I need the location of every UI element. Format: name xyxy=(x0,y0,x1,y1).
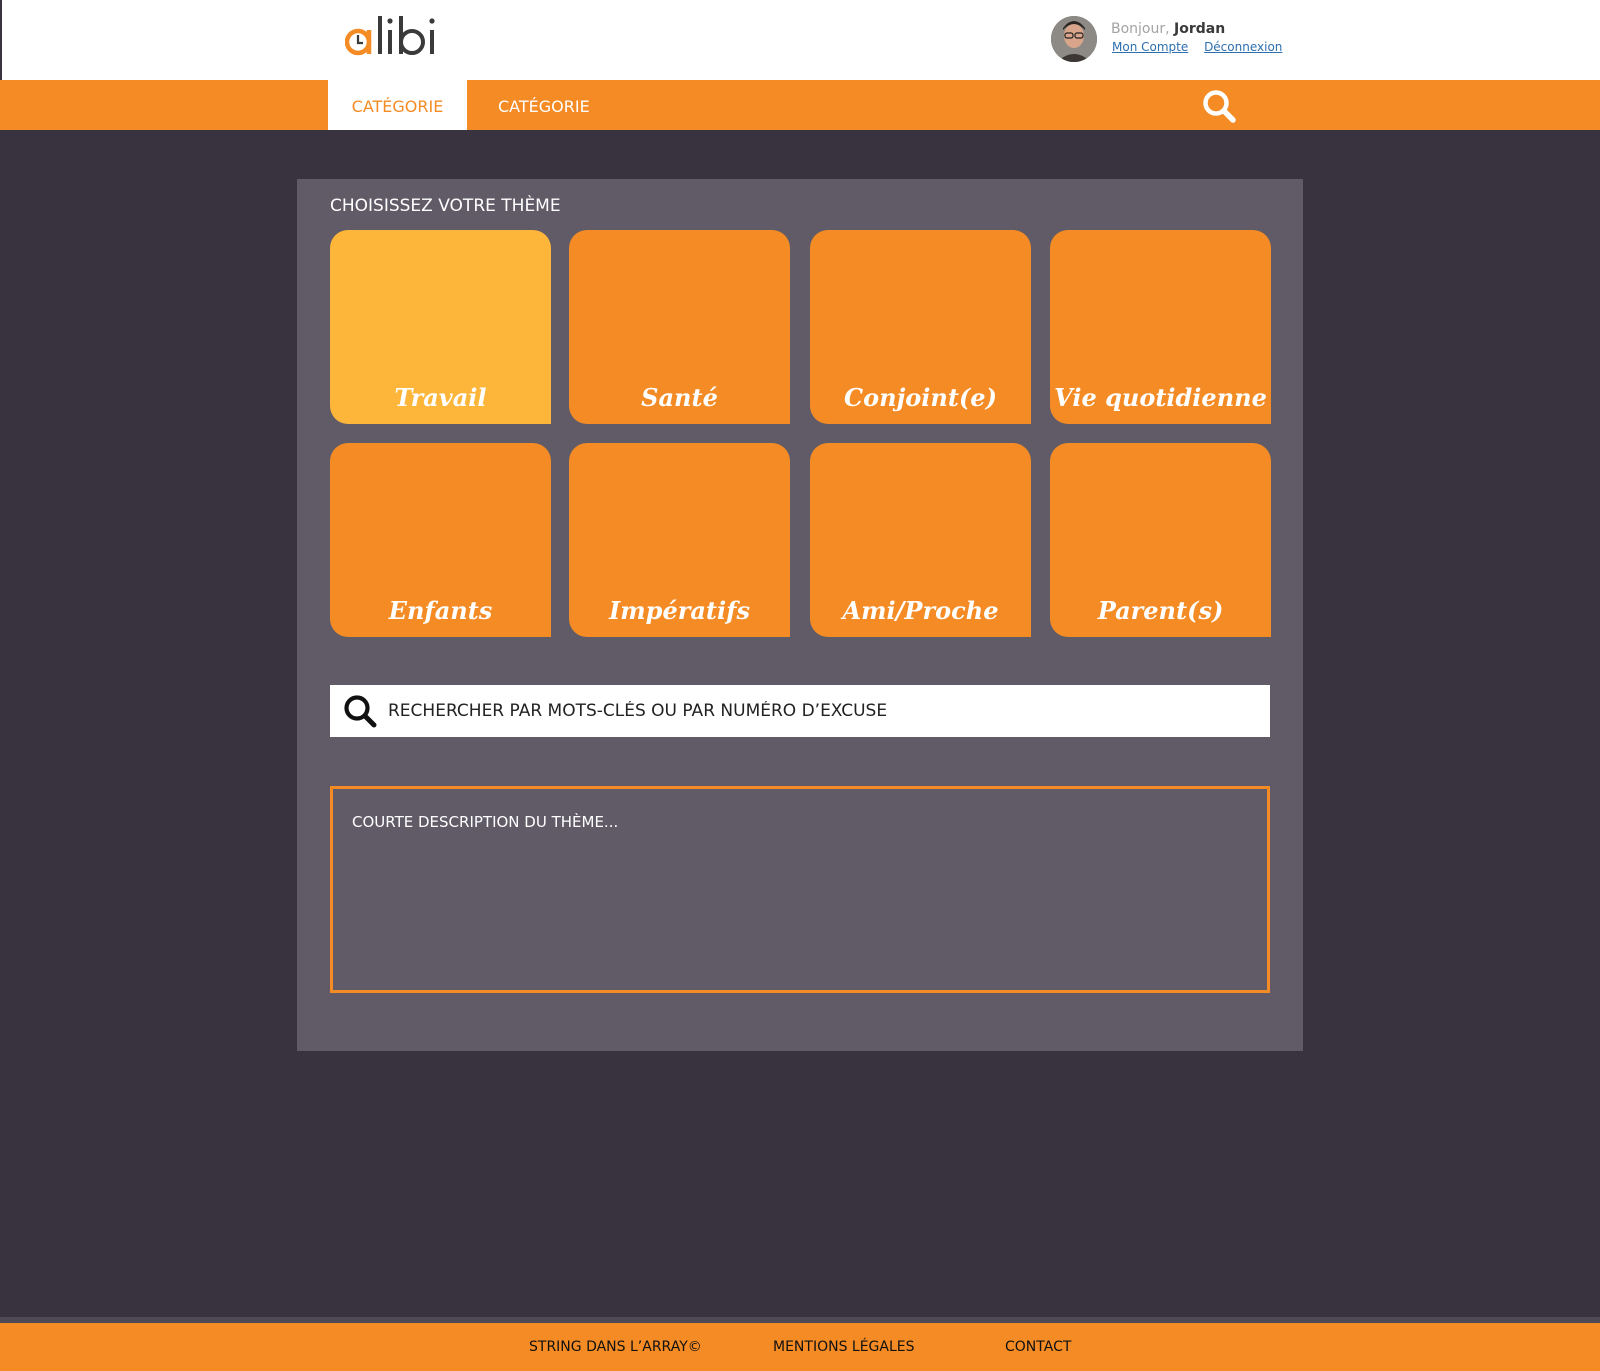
alibi-logo[interactable] xyxy=(345,8,455,64)
footer-link-contact[interactable]: Contact xyxy=(1005,1339,1071,1355)
search-input[interactable] xyxy=(388,685,1258,737)
footer: String dans l’Array© Mentions légales Co… xyxy=(0,1323,1600,1371)
theme-tile-ami-proche[interactable]: Ami/Proche xyxy=(810,443,1031,637)
user-links: Mon Compte Déconnexion xyxy=(1112,40,1294,54)
theme-tile-imperatifs[interactable]: Impératifs xyxy=(569,443,790,637)
category-nav: Catégorie Catégorie xyxy=(0,80,1600,130)
footer-link-copyright[interactable]: String dans l’Array© xyxy=(529,1339,702,1355)
tab-category-active[interactable]: Catégorie xyxy=(328,80,467,130)
theme-tile-sante[interactable]: Santé xyxy=(569,230,790,424)
theme-tile-parents[interactable]: Parent(s) xyxy=(1050,443,1271,637)
search-icon[interactable] xyxy=(343,694,379,730)
theme-tile-label: Conjoint(e) xyxy=(844,383,997,412)
greeting-prefix: Bonjour, xyxy=(1111,21,1170,37)
user-name: Jordan xyxy=(1174,21,1226,37)
theme-tile-label: Travail xyxy=(394,383,487,412)
account-link[interactable]: Mon Compte xyxy=(1112,40,1188,54)
theme-tile-enfants[interactable]: Enfants xyxy=(330,443,551,637)
footer-link-legal[interactable]: Mentions légales xyxy=(773,1339,915,1355)
greeting: Bonjour, Jordan xyxy=(1111,21,1225,37)
theme-tile-vie-quotidienne[interactable]: Vie quotidienne xyxy=(1050,230,1271,424)
search-icon[interactable] xyxy=(1201,88,1237,124)
panel-title: Choisissez votre thème xyxy=(330,196,561,216)
theme-tile-label: Impératifs xyxy=(609,596,750,625)
tab-category[interactable]: Catégorie xyxy=(498,80,590,130)
theme-tile-label: Parent(s) xyxy=(1097,596,1224,625)
theme-panel: Choisissez votre thème Travail Santé Con… xyxy=(297,179,1303,1051)
keyword-search xyxy=(330,685,1270,737)
theme-tile-travail[interactable]: Travail xyxy=(330,230,551,424)
avatar[interactable] xyxy=(1051,16,1097,62)
theme-description-box: Courte description du thème... xyxy=(330,786,1270,993)
theme-tile-label: Enfants xyxy=(388,596,493,625)
theme-tile-conjoint[interactable]: Conjoint(e) xyxy=(810,230,1031,424)
theme-tile-label: Vie quotidienne xyxy=(1054,383,1267,412)
header: Bonjour, Jordan Mon Compte Déconnexion xyxy=(0,0,1600,80)
logout-link[interactable]: Déconnexion xyxy=(1204,40,1282,54)
theme-description: Courte description du thème... xyxy=(352,813,619,831)
theme-tile-label: Santé xyxy=(641,383,718,412)
theme-tile-label: Ami/Proche xyxy=(842,596,999,625)
user-panel: Bonjour, Jordan Mon Compte Déconnexion xyxy=(1051,16,1282,64)
